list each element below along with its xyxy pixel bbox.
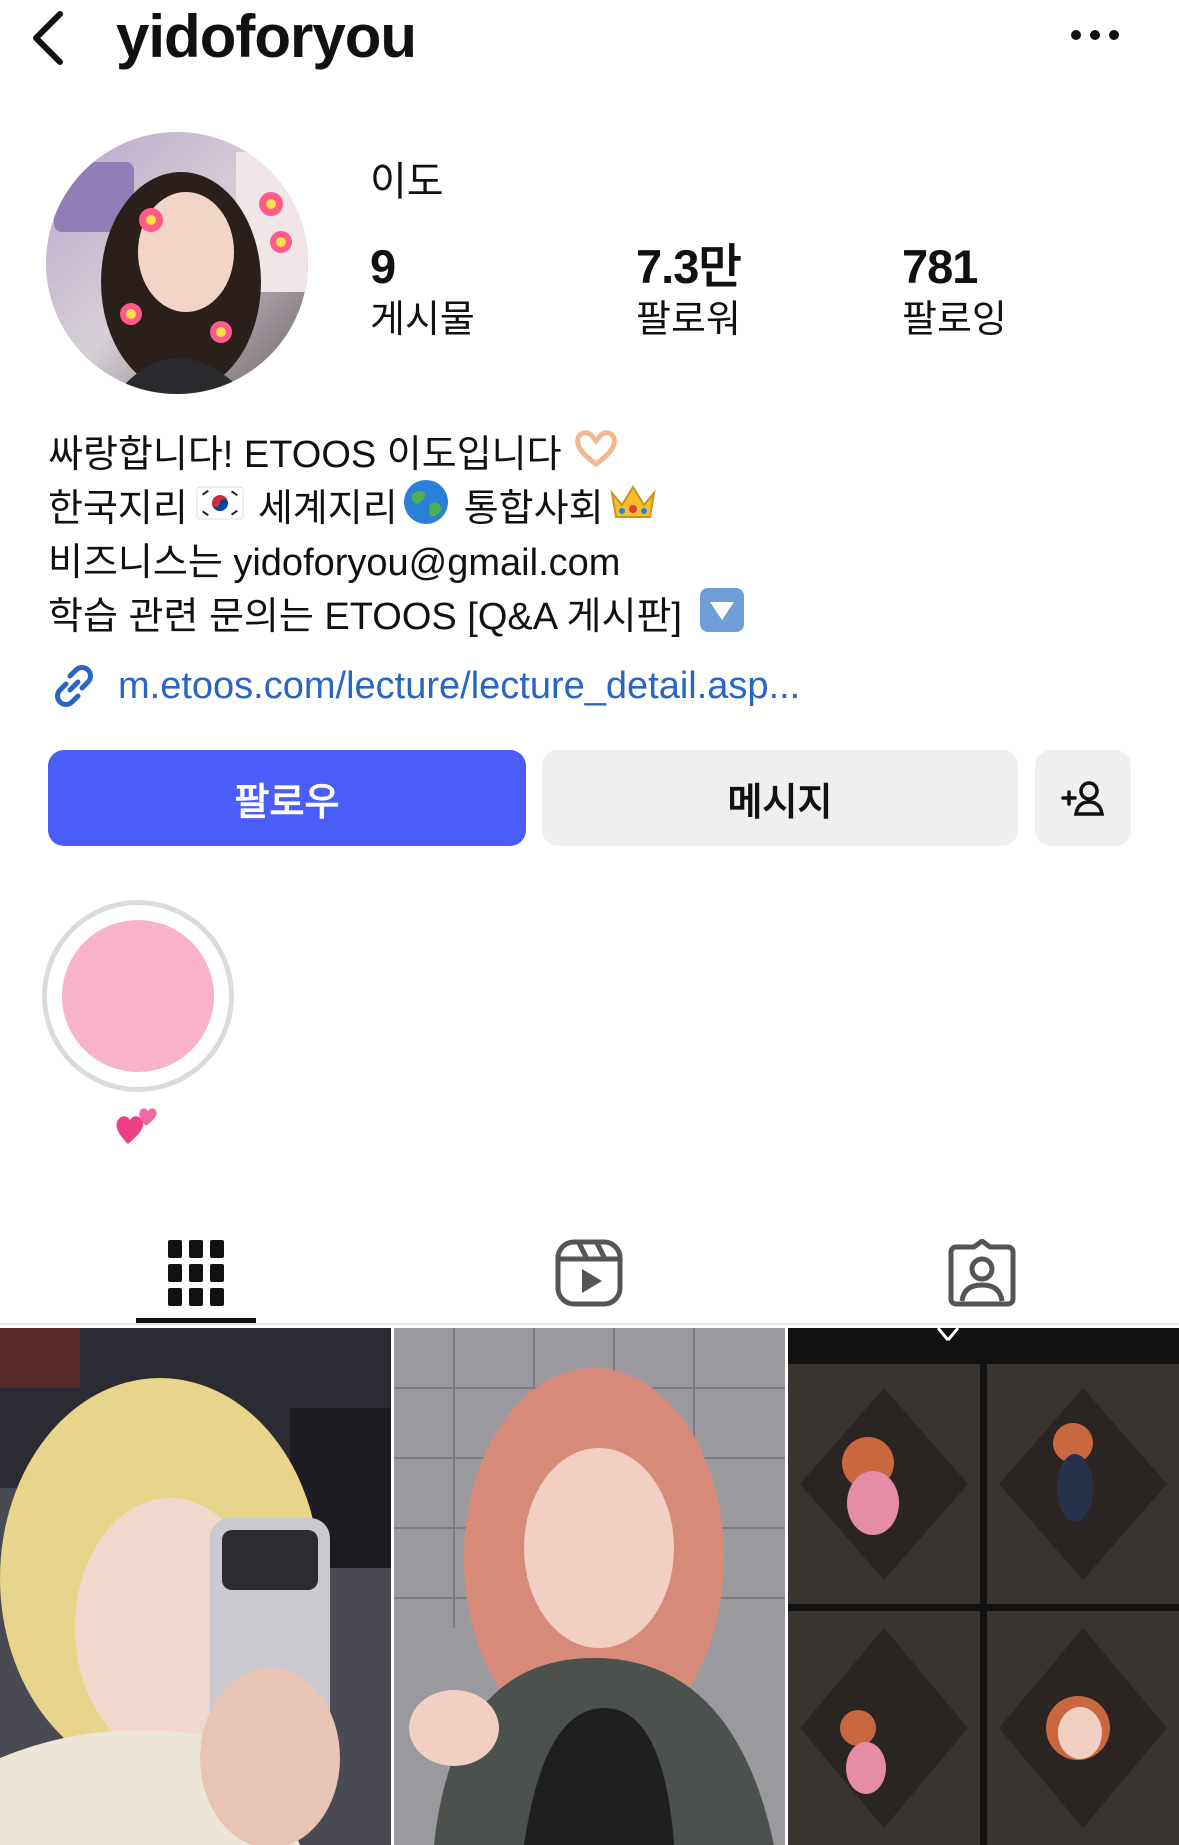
highlight-cover bbox=[62, 920, 214, 1072]
grid-icon bbox=[168, 1240, 224, 1306]
post-image bbox=[788, 1328, 1179, 1845]
following-stat[interactable]: 781 팔로잉 bbox=[902, 240, 1007, 344]
korea-flag-icon bbox=[196, 482, 244, 536]
profile-display-name: 이도 bbox=[370, 160, 444, 204]
tagged-person-icon bbox=[948, 1239, 1016, 1307]
bio-text: 학습 관련 문의는 ETOOS [Q&A 게시판] bbox=[48, 596, 682, 638]
down-button-icon bbox=[698, 586, 746, 649]
tab-reels[interactable] bbox=[529, 1225, 649, 1321]
profile-username: yidoforyou bbox=[116, 3, 417, 70]
followers-stat[interactable]: 7.3만 팔로워 bbox=[636, 240, 742, 344]
post-thumbnail[interactable] bbox=[394, 1328, 785, 1845]
bio-text: 비즈니스는 yidoforyou@gmail.com bbox=[48, 542, 621, 584]
bio-text: 싸랑합니다! ETOOS 이도입니다 bbox=[48, 434, 562, 476]
heart-hands-icon bbox=[572, 428, 620, 483]
following-label: 팔로잉 bbox=[902, 299, 1007, 341]
globe-icon bbox=[402, 478, 450, 541]
more-horizontal-icon bbox=[1071, 30, 1119, 40]
post-image bbox=[394, 1328, 785, 1845]
tab-tagged[interactable] bbox=[922, 1225, 1042, 1321]
link-icon bbox=[55, 665, 93, 707]
chevron-left-icon bbox=[33, 11, 63, 65]
more-options-button[interactable] bbox=[1060, 10, 1130, 60]
back-button[interactable] bbox=[18, 6, 78, 70]
two-hearts-icon bbox=[114, 1102, 162, 1148]
posts-label: 게시물 bbox=[370, 299, 475, 341]
followers-count: 7.3만 bbox=[636, 240, 742, 293]
bio-text: 한국지리 bbox=[48, 488, 188, 530]
story-highlight[interactable] bbox=[42, 900, 234, 1092]
bio-line: 한국지리 세계지리 통합사회 bbox=[48, 479, 1148, 538]
bio-line: 비즈니스는 yidoforyou@gmail.com bbox=[48, 536, 1148, 590]
posts-stat[interactable]: 9 게시물 bbox=[370, 240, 475, 344]
bio-line: 싸랑합니다! ETOOS 이도입니다 bbox=[48, 428, 1148, 482]
post-image bbox=[0, 1328, 391, 1845]
avatar-image bbox=[46, 132, 308, 394]
follow-button[interactable]: 팔로우 bbox=[48, 750, 526, 846]
bio-line: 학습 관련 문의는 ETOOS [Q&A 게시판] bbox=[48, 587, 1148, 644]
post-thumbnail[interactable] bbox=[788, 1328, 1179, 1845]
tabs-divider bbox=[0, 1323, 1179, 1325]
posts-count: 9 bbox=[370, 240, 396, 293]
link-url[interactable]: m.etoos.com/lecture/lecture_detail.asp..… bbox=[118, 665, 800, 708]
bio-text: 세계지리 bbox=[257, 488, 398, 530]
following-count: 781 bbox=[902, 240, 978, 293]
profile-link[interactable]: m.etoos.com/lecture/lecture_detail.asp..… bbox=[48, 658, 800, 714]
reels-icon bbox=[555, 1239, 623, 1307]
crown-icon bbox=[608, 481, 658, 538]
profile-header: yidoforyou bbox=[0, 0, 1179, 80]
profile-bio: 싸랑합니다! ETOOS 이도입니다 한국지리 세계지리 통합사회 비즈니스는 … bbox=[48, 428, 1148, 644]
followers-label: 팔로워 bbox=[636, 299, 741, 341]
suggested-users-button[interactable] bbox=[1035, 750, 1131, 846]
profile-avatar[interactable] bbox=[46, 132, 308, 394]
add-person-icon bbox=[1061, 781, 1105, 816]
message-button[interactable]: 메시지 bbox=[542, 750, 1018, 846]
bio-text: 통합사회 bbox=[463, 488, 604, 530]
post-thumbnail[interactable] bbox=[0, 1328, 391, 1845]
tab-posts[interactable] bbox=[136, 1225, 256, 1321]
